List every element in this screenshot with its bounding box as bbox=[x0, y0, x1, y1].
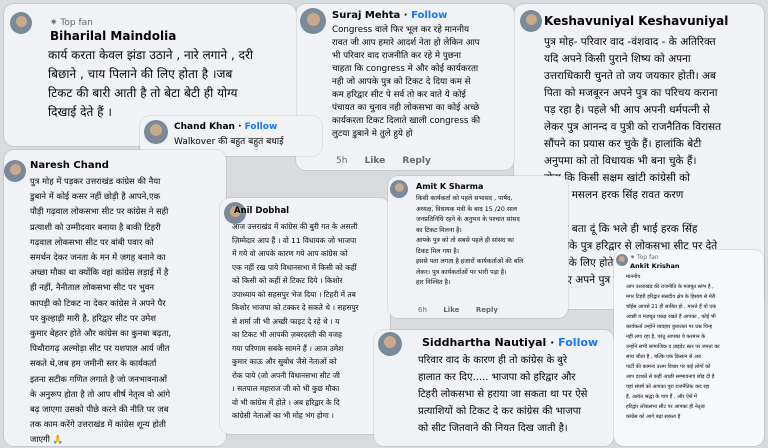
like-button[interactable]: Like bbox=[443, 306, 459, 314]
commenter-name[interactable]: Naresh Chand bbox=[30, 160, 109, 171]
comment-card-ankit-krishan: ✷ Top fan Ankit Krishan माननीय आप उत्तरा… bbox=[614, 250, 764, 446]
avatar[interactable] bbox=[300, 8, 326, 34]
comment-card-anil-dobhal: Anil Dobhal आज उत्तराखंड में कांग्रेस की… bbox=[220, 198, 390, 434]
comment-text: कार्य करता केवल झंडा उठाने , नारे लगाने … bbox=[48, 48, 253, 119]
top-fan-label: Top fan bbox=[60, 18, 93, 28]
follow-button[interactable]: Follow bbox=[558, 336, 598, 349]
comment-card-siddhartha: Siddhartha Nautiyal · Follow परिवार वाद … bbox=[374, 330, 614, 446]
comment-text: Congress वाले फिर भूल कर रहे माननीय रावत… bbox=[332, 25, 481, 139]
commenter-name[interactable]: Chand Khan · Follow bbox=[174, 122, 277, 132]
like-button[interactable]: Like bbox=[365, 156, 386, 166]
commenter-name-text[interactable]: Suraj Mehta bbox=[332, 10, 400, 21]
comment-text: आज उत्तराखंड में कांग्रेस की बुरी गत के … bbox=[232, 222, 359, 420]
top-fan-icon: ✷ bbox=[630, 254, 636, 261]
avatar[interactable] bbox=[10, 12, 32, 34]
commenter-name[interactable]: Keshavuniyal Keshavuniyal bbox=[544, 14, 728, 28]
commenter-name[interactable]: Biharilal Maindolia bbox=[50, 29, 176, 43]
comment-actions: 6h Like Reply bbox=[418, 306, 512, 314]
comment-card-naresh-chand: Naresh Chand पुत्र मोह में पड़कर उत्तराख… bbox=[4, 150, 226, 446]
avatar[interactable] bbox=[520, 10, 542, 32]
avatar[interactable] bbox=[144, 120, 168, 144]
commenter-name[interactable]: Suraj Mehta · Follow bbox=[332, 10, 447, 21]
comment-actions: 5h Like Reply bbox=[336, 156, 445, 166]
comment-text: किसी कार्यकर्ता को पहले सभासद , पार्षद, … bbox=[416, 195, 524, 286]
top-fan-label: Top fan bbox=[636, 254, 659, 261]
reply-button[interactable]: Reply bbox=[402, 156, 430, 166]
follow-button[interactable]: Follow bbox=[411, 10, 447, 21]
comment-age: 5h bbox=[336, 156, 348, 166]
comment-text: माननीय आप उत्तराखंड की राजनीति के मजबूत … bbox=[626, 274, 720, 420]
comment-card-amit-sharma: Amit K Sharma किसी कार्यकर्ता को पहले सभ… bbox=[388, 176, 568, 318]
commenter-name[interactable]: Anil Dobhal bbox=[234, 206, 289, 216]
commenter-name[interactable]: Amit K Sharma bbox=[416, 182, 483, 191]
comment-card-suraj-mehta: Suraj Mehta · Follow Congress वाले फिर भ… bbox=[296, 4, 514, 170]
follow-button[interactable]: Follow bbox=[245, 122, 278, 132]
commenter-name-text[interactable]: Siddhartha Nautiyal bbox=[422, 336, 546, 349]
top-fan-badge: ✷ Top fan bbox=[50, 18, 93, 28]
comment-age: 6h bbox=[418, 306, 427, 314]
comment-text: पुत्र मोह में पड़कर उत्तराखंड कांग्रेस क… bbox=[30, 176, 172, 445]
reply-button[interactable]: Reply bbox=[476, 306, 498, 314]
top-fan-badge: ✷ Top fan bbox=[630, 254, 659, 261]
avatar[interactable] bbox=[616, 254, 628, 266]
commenter-name-text[interactable]: Chand Khan bbox=[174, 122, 235, 132]
avatar[interactable] bbox=[390, 180, 408, 198]
commenter-name[interactable]: Ankit Krishan bbox=[630, 262, 680, 270]
avatar[interactable] bbox=[4, 160, 26, 182]
comment-text: Walkover की बहुत बहुत बधाई bbox=[174, 137, 284, 147]
avatar[interactable] bbox=[378, 332, 402, 356]
commenter-name[interactable]: Siddhartha Nautiyal · Follow bbox=[422, 336, 598, 349]
comment-text: परिवार वाद के कारण ही तो कांग्रेस के बुर… bbox=[418, 355, 588, 434]
top-fan-icon: ✷ bbox=[50, 18, 58, 28]
